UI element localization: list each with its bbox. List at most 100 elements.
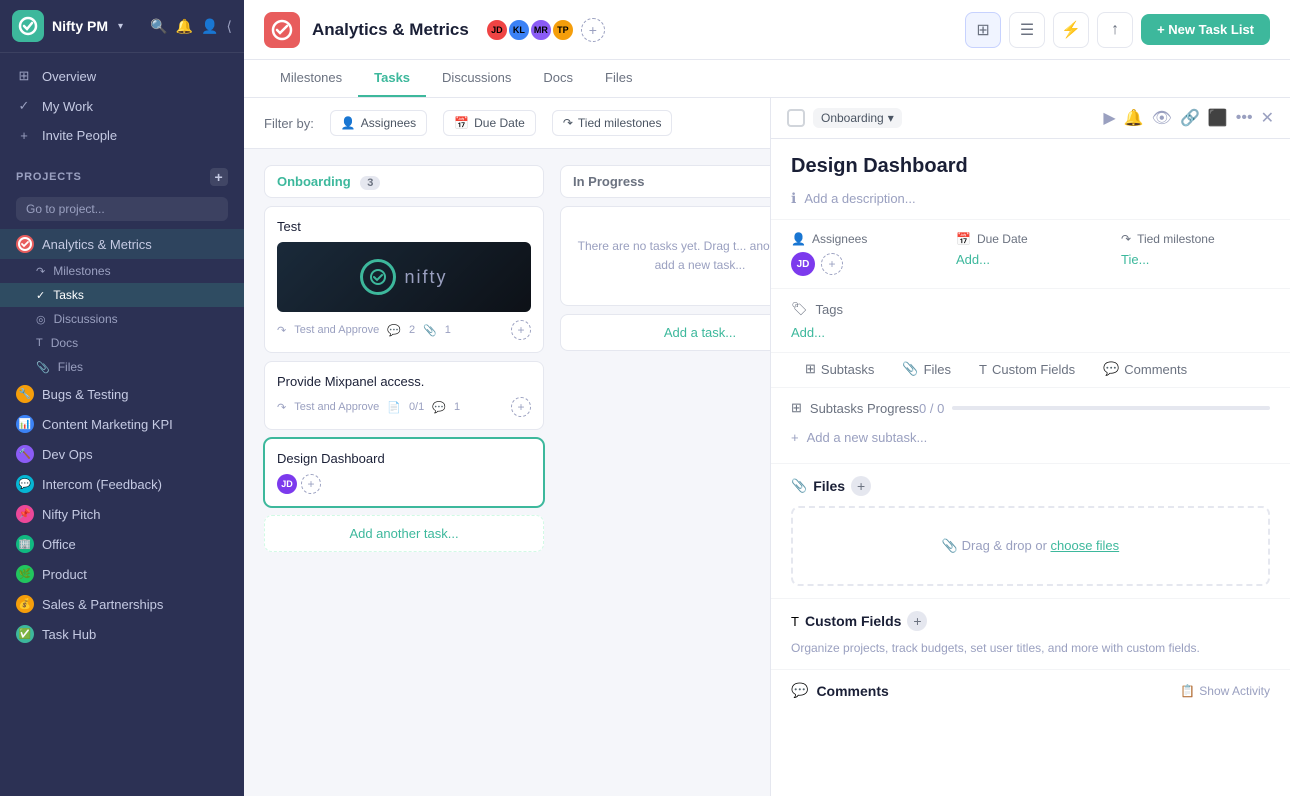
sidebar-item-intercom[interactable]: 💬 Intercom (Feedback): [0, 469, 244, 499]
add-project-button[interactable]: +: [210, 168, 228, 186]
sub-tab-comments[interactable]: 💬 Comments: [1089, 353, 1201, 387]
task-card-test[interactable]: Test nifty: [264, 206, 544, 353]
child-tasks[interactable]: ✓ Tasks: [0, 283, 244, 307]
tied-milestone-value[interactable]: Tie...: [1121, 252, 1270, 267]
panel-description[interactable]: ℹ Add a description...: [771, 186, 1290, 219]
sidebar-logo[interactable]: Nifty PM ▾: [12, 10, 123, 42]
sub-tab-custom-fields[interactable]: T Custom Fields: [965, 353, 1089, 387]
notification-icon[interactable]: 🔔: [176, 18, 193, 35]
sub-tab-files[interactable]: 📎 Files: [888, 353, 965, 387]
inprogress-empty: There are no tasks yet. Drag t... anothe…: [560, 206, 770, 306]
add-another-task-button[interactable]: Add another task...: [264, 515, 544, 552]
custom-fields-icon: T: [979, 362, 987, 377]
tab-files[interactable]: Files: [589, 60, 648, 97]
sidebar-item-pitch[interactable]: 📌 Nifty Pitch: [0, 499, 244, 529]
project-dot-bugs: 🔧: [16, 385, 34, 403]
sidebar-item-sales[interactable]: 💰 Sales & Partnerships: [0, 589, 244, 619]
child-label: Discussions: [54, 312, 118, 326]
empty-text: There are no tasks yet. Drag t... anothe…: [578, 239, 770, 272]
add-assignee-button[interactable]: +: [511, 397, 531, 417]
due-date-value[interactable]: Add...: [956, 252, 1105, 267]
task-card-mixpanel[interactable]: Provide Mixpanel access. ↷ Test and Appr…: [264, 361, 544, 430]
sidebar-item-devops[interactable]: 🔨 Dev Ops: [0, 439, 244, 469]
sidebar-item-office[interactable]: 🏢 Office: [0, 529, 244, 559]
sidebar-item-label: Invite People: [42, 128, 117, 143]
task-title-mixpanel: Provide Mixpanel access.: [277, 374, 531, 389]
collapse-icon[interactable]: ⟨: [227, 18, 232, 35]
member-avatar-3: MR: [529, 18, 553, 42]
comments-title: 💬 Comments: [791, 682, 889, 699]
more-icon[interactable]: •••: [1236, 109, 1253, 127]
add-assignee-panel-button[interactable]: +: [821, 253, 843, 275]
drop-zone: 📎 Drag & drop or choose files: [791, 506, 1270, 586]
add-task-inprogress-button[interactable]: Add a task...: [560, 314, 770, 351]
sidebar-item-bugs[interactable]: 🔧 Bugs & Testing: [0, 379, 244, 409]
copy-icon[interactable]: ⬛: [1208, 108, 1228, 128]
task-title-dashboard: Design Dashboard: [277, 451, 531, 466]
tied-milestones-filter-label: Tied milestones: [578, 116, 662, 130]
add-assignee-button[interactable]: +: [511, 320, 531, 340]
task-assignees: +: [511, 320, 531, 340]
grid-view-button[interactable]: ⊞: [965, 12, 1001, 48]
tied-milestones-filter[interactable]: ↷ Tied milestones: [552, 110, 673, 136]
child-discussions[interactable]: ◎ Discussions: [0, 307, 244, 331]
custom-fields-add-button[interactable]: +: [907, 611, 927, 631]
sidebar-item-analytics[interactable]: Analytics & Metrics: [0, 229, 244, 259]
assignee-filter-icon: 👤: [341, 116, 356, 130]
tab-milestones[interactable]: Milestones: [264, 60, 358, 97]
sidebar-item-overview[interactable]: ⊞ Overview: [0, 61, 244, 91]
list-view-button[interactable]: ☰: [1009, 12, 1045, 48]
new-task-list-button[interactable]: + New Task List: [1141, 14, 1270, 45]
task-checkbox[interactable]: [787, 109, 805, 127]
avatar-icon[interactable]: 👤: [201, 18, 218, 35]
add-member-button[interactable]: +: [581, 18, 605, 42]
tab-discussions[interactable]: Discussions: [426, 60, 527, 97]
child-label: Files: [58, 360, 83, 374]
add-subtask-button[interactable]: + Add a new subtask...: [791, 424, 1270, 451]
lightning-button[interactable]: ⚡: [1053, 12, 1089, 48]
project-avatar: [264, 12, 300, 48]
assignees-filter[interactable]: 👤 Assignees: [330, 110, 427, 136]
bell-icon[interactable]: 🔔: [1124, 108, 1144, 128]
app-logo-icon: [12, 10, 44, 42]
project-label: Office: [42, 537, 76, 552]
sidebar-item-content[interactable]: 📊 Content Marketing KPI: [0, 409, 244, 439]
status-badge[interactable]: Onboarding ▾: [813, 108, 902, 128]
sidebar-item-my-work[interactable]: ✓ My Work: [0, 91, 244, 121]
search-icon[interactable]: 🔍: [150, 18, 167, 35]
show-activity-button[interactable]: 📋 Show Activity: [1180, 684, 1270, 698]
sidebar-item-taskhub[interactable]: ✅ Task Hub: [0, 619, 244, 649]
files-add-button[interactable]: +: [851, 476, 871, 496]
sub-tab-subtasks[interactable]: ⊞ Subtasks: [791, 353, 888, 387]
child-files[interactable]: 📎 Files: [0, 355, 244, 379]
eye-icon[interactable]: 👁: [1152, 108, 1172, 128]
tags-add-button[interactable]: Add...: [791, 325, 825, 340]
child-docs[interactable]: T Docs: [0, 331, 244, 355]
project-search-input[interactable]: [16, 197, 228, 221]
tab-tasks[interactable]: Tasks: [358, 60, 426, 97]
filter-bar: Filter by: 👤 Assignees 📅 Due Date ↷ Tied…: [244, 98, 770, 149]
panel-title: Design Dashboard: [771, 139, 1290, 186]
sidebar-item-invite[interactable]: + Invite People: [0, 121, 244, 150]
due-date-filter[interactable]: 📅 Due Date: [443, 110, 536, 136]
play-icon[interactable]: ▶: [1103, 108, 1115, 128]
choose-files-link[interactable]: choose files: [1051, 538, 1120, 553]
project-label: Task Hub: [42, 627, 96, 642]
link-icon[interactable]: 🔗: [1180, 108, 1200, 128]
child-milestones[interactable]: ↷ Milestones: [0, 259, 244, 283]
projects-header: PROJECTS +: [0, 158, 244, 192]
close-icon[interactable]: ✕: [1261, 108, 1274, 128]
app-title-arrow: ▾: [118, 21, 123, 32]
comment-icon: 💬: [432, 401, 446, 414]
sidebar-item-label: My Work: [42, 99, 93, 114]
project-dot-analytics: [16, 235, 34, 253]
task-card-dashboard[interactable]: Design Dashboard JD +: [264, 438, 544, 507]
add-assignee-button[interactable]: +: [301, 474, 321, 494]
onboarding-list-header: Onboarding 3: [264, 165, 544, 198]
task-assignees: JD +: [277, 474, 321, 494]
upload-button[interactable]: ↑: [1097, 12, 1133, 48]
tab-docs[interactable]: Docs: [527, 60, 589, 97]
task-title-test: Test: [277, 219, 531, 234]
sidebar-item-product[interactable]: 🌿 Product: [0, 559, 244, 589]
sub-tabs: ⊞ Subtasks 📎 Files T Custom Fields 💬 Com…: [771, 353, 1290, 388]
